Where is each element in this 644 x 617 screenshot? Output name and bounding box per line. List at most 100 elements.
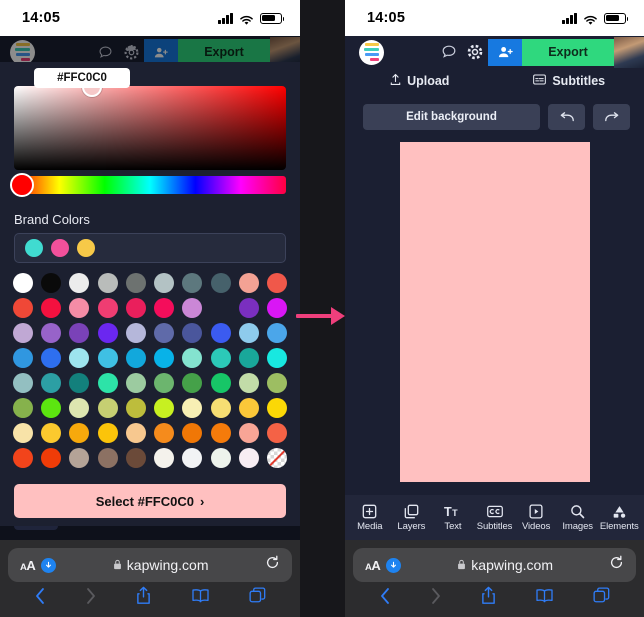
color-swatch[interactable] xyxy=(267,398,288,418)
brand-swatch[interactable] xyxy=(51,239,69,257)
tool-subtitles[interactable]: Subtitles xyxy=(474,503,516,532)
color-swatch[interactable] xyxy=(40,323,61,343)
color-swatch[interactable] xyxy=(154,298,175,318)
edit-background-button[interactable]: Edit background xyxy=(363,104,540,130)
color-swatch[interactable] xyxy=(182,298,203,318)
color-swatch[interactable] xyxy=(40,273,61,293)
color-swatch[interactable] xyxy=(154,423,175,443)
color-swatch[interactable] xyxy=(239,298,260,318)
color-swatch[interactable] xyxy=(69,323,90,343)
color-swatch[interactable] xyxy=(97,398,118,418)
color-swatch[interactable] xyxy=(12,348,33,368)
color-swatch[interactable] xyxy=(40,448,61,468)
brand-swatch[interactable] xyxy=(77,239,95,257)
text-size-button[interactable]: AA xyxy=(365,558,381,573)
color-swatch[interactable] xyxy=(97,298,118,318)
no-color-swatch[interactable] xyxy=(267,448,288,468)
color-swatch[interactable] xyxy=(97,348,118,368)
color-swatch[interactable] xyxy=(69,348,90,368)
download-icon[interactable] xyxy=(386,557,402,573)
color-swatch[interactable] xyxy=(125,398,146,418)
share-icon[interactable] xyxy=(136,586,151,610)
color-swatch[interactable] xyxy=(267,323,288,343)
url-bar-left[interactable]: AA kapwing.com xyxy=(8,548,292,582)
color-swatch[interactable] xyxy=(125,348,146,368)
color-swatch[interactable] xyxy=(40,373,61,393)
redo-arrow-icon[interactable] xyxy=(593,104,630,130)
reload-icon[interactable] xyxy=(609,555,624,575)
video-canvas[interactable] xyxy=(399,142,590,482)
select-color-button[interactable]: Select #FFC0C0 › xyxy=(14,484,286,518)
tabs-icon[interactable] xyxy=(249,587,266,609)
tool-images[interactable]: Images xyxy=(557,503,599,532)
export-button[interactable]: Export xyxy=(522,38,614,66)
text-size-button[interactable]: AA xyxy=(20,558,36,573)
upload-button[interactable]: Upload xyxy=(345,73,495,89)
color-swatch[interactable] xyxy=(69,373,90,393)
tool-elements[interactable]: Elements xyxy=(598,503,640,532)
color-swatch[interactable] xyxy=(210,373,231,393)
color-swatch-grid[interactable] xyxy=(10,273,290,468)
brand-swatch[interactable] xyxy=(25,239,43,257)
color-swatch[interactable] xyxy=(211,298,231,318)
color-swatch[interactable] xyxy=(97,448,118,468)
color-swatch[interactable] xyxy=(239,423,260,443)
color-swatch[interactable] xyxy=(12,448,33,468)
hue-handle[interactable] xyxy=(10,173,34,197)
color-swatch[interactable] xyxy=(154,373,175,393)
kapwing-logo-icon[interactable] xyxy=(359,39,384,65)
color-swatch[interactable] xyxy=(267,298,288,318)
color-swatch[interactable] xyxy=(267,373,288,393)
color-swatch[interactable] xyxy=(239,448,260,468)
color-swatch[interactable] xyxy=(12,273,33,293)
undo-arrow-icon[interactable] xyxy=(548,104,585,130)
color-swatch[interactable] xyxy=(182,423,203,443)
color-swatch[interactable] xyxy=(239,273,260,293)
saturation-value-gradient[interactable] xyxy=(14,77,286,170)
color-swatch[interactable] xyxy=(182,323,203,343)
color-swatch[interactable] xyxy=(239,348,260,368)
color-swatch[interactable] xyxy=(210,348,231,368)
color-swatch[interactable] xyxy=(182,273,203,293)
hue-slider[interactable] xyxy=(10,173,286,197)
color-swatch[interactable] xyxy=(210,273,231,293)
color-swatch[interactable] xyxy=(69,423,90,443)
color-swatch[interactable] xyxy=(12,398,33,418)
color-swatch[interactable] xyxy=(69,273,90,293)
color-swatch[interactable] xyxy=(267,423,288,443)
color-swatch[interactable] xyxy=(125,298,146,318)
back-chevron-icon[interactable] xyxy=(379,587,391,610)
color-swatch[interactable] xyxy=(154,273,175,293)
tool-media[interactable]: Media xyxy=(349,503,391,532)
tabs-icon[interactable] xyxy=(593,587,610,609)
avatar[interactable] xyxy=(614,36,644,68)
brand-colors-row[interactable] xyxy=(14,233,286,263)
color-swatch[interactable] xyxy=(12,373,33,393)
color-swatch[interactable] xyxy=(12,298,33,318)
color-swatch[interactable] xyxy=(154,323,175,343)
color-swatch[interactable] xyxy=(69,448,90,468)
share-icon[interactable] xyxy=(481,586,496,610)
reload-icon[interactable] xyxy=(265,555,280,575)
color-swatch[interactable] xyxy=(154,348,175,368)
color-swatch[interactable] xyxy=(210,323,231,343)
download-icon[interactable] xyxy=(41,557,57,573)
color-swatch[interactable] xyxy=(210,398,231,418)
color-swatch[interactable] xyxy=(97,423,118,443)
color-swatch[interactable] xyxy=(40,348,61,368)
color-swatch[interactable] xyxy=(210,448,231,468)
hex-value-chip[interactable]: #FFC0C0 xyxy=(34,68,130,88)
url-text-group[interactable]: kapwing.com xyxy=(56,557,265,573)
color-swatch[interactable] xyxy=(69,298,90,318)
forward-chevron-icon[interactable] xyxy=(430,587,442,610)
color-swatch[interactable] xyxy=(210,423,231,443)
add-person-icon[interactable] xyxy=(488,38,522,66)
color-swatch[interactable] xyxy=(125,448,146,468)
url-bar-right[interactable]: AA kapwing.com xyxy=(353,548,636,582)
url-text-group[interactable]: kapwing.com xyxy=(401,557,609,573)
color-swatch[interactable] xyxy=(239,398,260,418)
color-swatch[interactable] xyxy=(40,398,61,418)
color-swatch[interactable] xyxy=(97,273,118,293)
color-swatch[interactable] xyxy=(125,423,146,443)
color-swatch[interactable] xyxy=(125,323,146,343)
